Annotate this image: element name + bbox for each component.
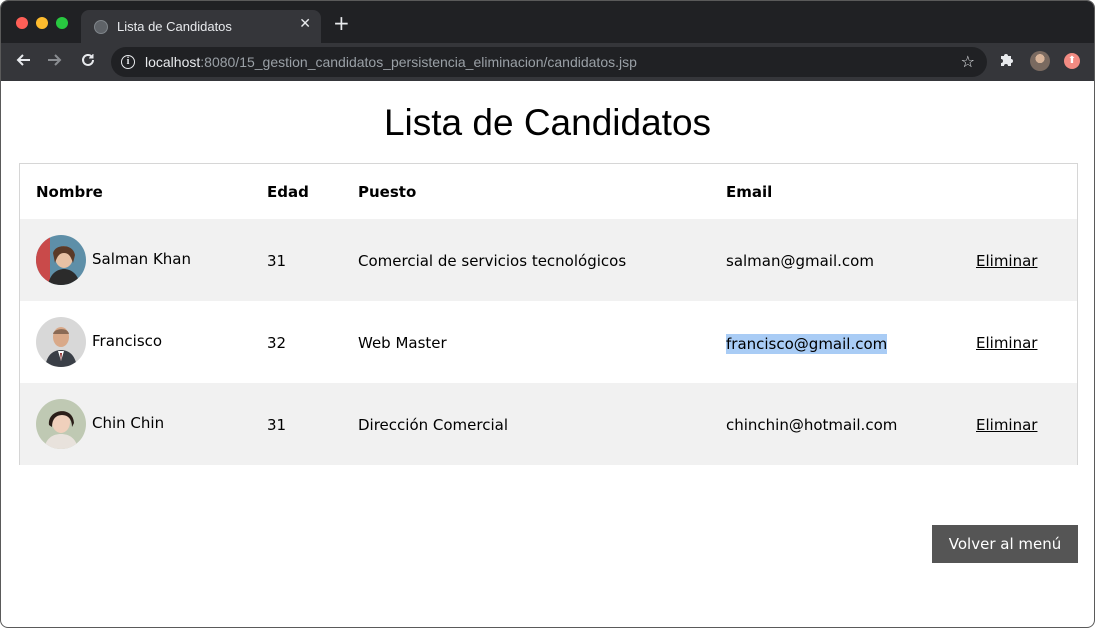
tab-close-icon[interactable]: ✕: [299, 16, 311, 32]
candidate-position: Web Master: [358, 334, 447, 352]
candidate-photo: [36, 235, 86, 285]
candidate-name: Chin Chin: [92, 414, 165, 432]
candidate-position: Dirección Comercial: [358, 416, 508, 434]
update-icon[interactable]: ⬆: [1064, 53, 1080, 69]
reload-icon[interactable]: [80, 52, 96, 72]
header-nombre: Nombre: [36, 183, 103, 201]
tab-title: Lista de Candidatos: [117, 19, 232, 34]
globe-icon: [94, 20, 108, 34]
candidate-photo: [36, 317, 86, 367]
table-row: Salman Khan 31 Comercial de servicios te…: [20, 219, 1077, 301]
browser-toolbar: i localhost:8080/15_gestion_candidatos_p…: [1, 43, 1094, 81]
header-email: Email: [726, 183, 773, 201]
url-text[interactable]: localhost:8080/15_gestion_candidatos_per…: [145, 54, 637, 70]
delete-link[interactable]: Eliminar: [976, 416, 1037, 434]
puzzle-icon[interactable]: [999, 51, 1015, 71]
new-tab-button[interactable]: +: [333, 13, 350, 33]
close-window-button[interactable]: [16, 17, 28, 29]
address-bar[interactable]: i localhost:8080/15_gestion_candidatos_p…: [111, 47, 987, 77]
candidate-name: Salman Khan: [92, 250, 192, 268]
back-arrow-icon[interactable]: [15, 52, 31, 72]
info-icon[interactable]: i: [121, 55, 135, 69]
candidate-age: 31: [267, 252, 287, 270]
page-title: Lista de Candidatos: [383, 102, 712, 143]
browser-tab[interactable]: Lista de Candidatos ✕: [81, 10, 321, 43]
candidate-age: 32: [267, 334, 287, 352]
table-row: Chin Chin 31 Dirección Comercial chinchi…: [20, 383, 1077, 465]
maximize-window-button[interactable]: [56, 17, 68, 29]
candidate-email: salman@gmail.com: [726, 252, 874, 270]
candidate-age: 31: [267, 416, 287, 434]
table-row: Francisco 32 Web Master francisco@gmail.…: [20, 301, 1077, 383]
header-edad: Edad: [267, 183, 309, 201]
header-puesto: Puesto: [358, 183, 417, 201]
browser-window: Lista de Candidatos ✕ + i localhost:8080…: [0, 0, 1095, 628]
candidate-photo: [36, 399, 86, 449]
back-to-menu-button[interactable]: Volver al menú: [932, 525, 1078, 563]
candidate-position: Comercial de servicios tecnológicos: [358, 252, 627, 270]
profile-avatar[interactable]: [1030, 51, 1050, 71]
star-icon[interactable]: ☆: [961, 52, 975, 71]
delete-link[interactable]: Eliminar: [976, 334, 1037, 352]
candidate-email: chinchin@hotmail.com: [726, 416, 898, 434]
delete-link[interactable]: Eliminar: [976, 252, 1037, 270]
candidate-name: Francisco: [92, 332, 163, 350]
title-bar: Lista de Candidatos ✕ +: [1, 1, 1094, 43]
table-header: Nombre Edad Puesto Email: [20, 164, 1077, 219]
minimize-window-button[interactable]: [36, 17, 48, 29]
forward-arrow-icon[interactable]: [47, 52, 63, 72]
candidates-table: Nombre Edad Puesto Email Salman Khan 31 …: [19, 163, 1078, 465]
candidate-email: francisco@gmail.com: [726, 334, 888, 354]
